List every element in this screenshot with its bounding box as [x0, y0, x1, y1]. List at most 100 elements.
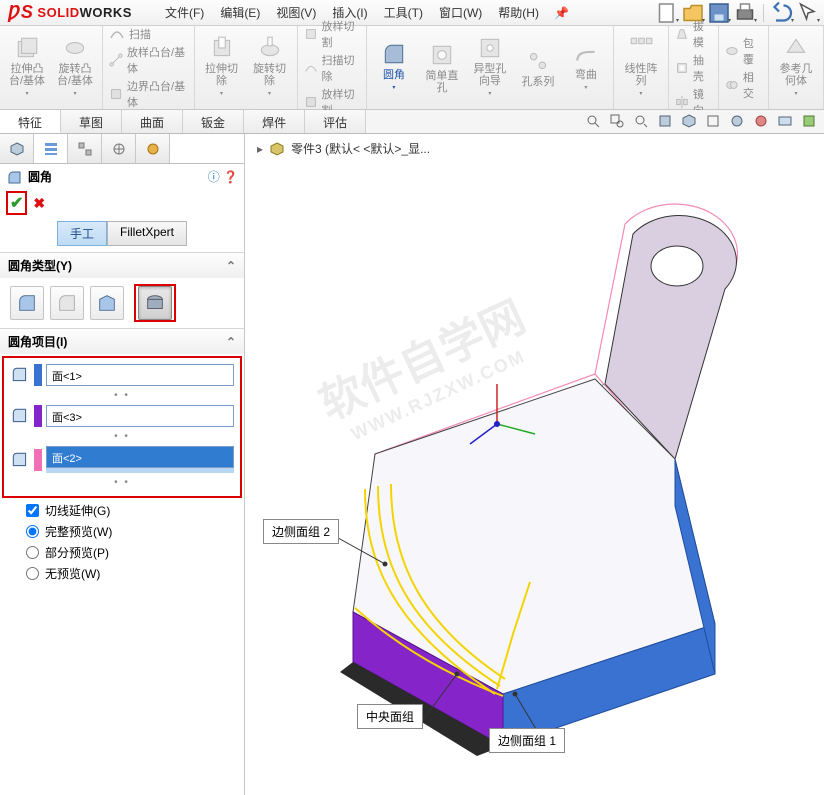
pm-title: 圆角 — [28, 168, 208, 185]
intersect-button[interactable]: 相交 — [725, 69, 762, 101]
cut-sweep-button[interactable]: 扫描切除 — [304, 52, 360, 84]
fillet-type-face[interactable] — [90, 286, 124, 320]
ref-geometry-button[interactable]: 参考几何体▾ — [775, 35, 817, 100]
display-style-icon[interactable] — [704, 112, 722, 130]
menu-window[interactable]: 窗口(W) — [432, 0, 489, 25]
view-orient-icon[interactable] — [680, 112, 698, 130]
grip-1[interactable]: • • — [10, 390, 234, 401]
appearance-icon[interactable] — [752, 112, 770, 130]
loft-button[interactable]: 放样凸台/基体 — [109, 44, 188, 76]
panel-tab-feature-tree[interactable] — [0, 134, 34, 163]
pm-header: 圆角 ⓘ ❓ — [0, 164, 244, 189]
menubar: ǷS SOLIDWORKS 文件(F) 编辑(E) 视图(V) 插入(I) 工具… — [0, 0, 824, 26]
opt-partial-preview[interactable]: 部分预览(P) — [26, 544, 238, 561]
logo-text-2: WORKS — [80, 5, 132, 20]
fillet-type-full-round[interactable] — [138, 286, 172, 320]
bend-button[interactable]: 弯曲▾ — [565, 35, 607, 100]
mode-manual[interactable]: 手工 — [57, 221, 107, 246]
highlight-ok: ✔ — [6, 191, 27, 215]
cut-revolve-button[interactable]: 旋转切除▾ — [249, 35, 291, 100]
tab-sheetmetal[interactable]: 钣金 — [183, 110, 244, 133]
panel-tabs — [0, 134, 244, 164]
item-face3[interactable]: 面<3> — [46, 405, 234, 427]
command-tabs: 特征 草图 曲面 钣金 焊件 评估 — [0, 110, 824, 134]
callout-side2[interactable]: 边侧面组 2 — [263, 519, 339, 544]
item-face2[interactable]: 面<2> — [46, 446, 234, 468]
face-set-icon — [10, 365, 30, 385]
boundary-button[interactable]: 边界凸台/基体 — [109, 78, 188, 110]
ok-button[interactable]: ✔ — [10, 195, 23, 212]
item-face1-row: 面<1> — [10, 364, 234, 386]
item-face2-row: 面<2> — [10, 446, 234, 473]
menu-edit[interactable]: 编辑(E) — [213, 0, 267, 25]
pin-icon[interactable]: 📌 — [554, 6, 569, 20]
scene-icon[interactable] — [776, 112, 794, 130]
wrap-button[interactable]: 包覆 — [725, 35, 762, 67]
prev-view-icon[interactable] — [632, 112, 650, 130]
callout-center[interactable]: 中央面组 — [357, 704, 423, 729]
linear-pattern-button[interactable]: 线性阵列▾ — [620, 35, 662, 100]
item-face1[interactable]: 面<1> — [46, 364, 234, 386]
callout-side1[interactable]: 边侧面组 1 — [489, 728, 565, 753]
new-button[interactable]: ▾ — [655, 2, 679, 24]
zoom-area-icon[interactable] — [608, 112, 626, 130]
fillet-button[interactable]: 圆角▾ — [373, 35, 415, 100]
panel-tab-display[interactable] — [136, 134, 170, 163]
grip-2[interactable]: • • — [10, 431, 234, 442]
panel-tab-dimxpert[interactable] — [102, 134, 136, 163]
pm-help[interactable]: ⓘ ❓ — [208, 168, 238, 185]
opt-no-preview[interactable]: 无预览(W) — [26, 565, 238, 582]
hide-show-icon[interactable] — [728, 112, 746, 130]
section-fillet-type[interactable]: 圆角类型(Y)⌃ — [0, 253, 244, 278]
panel-tab-property-manager[interactable] — [34, 134, 68, 163]
extrude-boss-button[interactable]: 拉伸凸台/基体▾ — [6, 35, 48, 100]
shell-button[interactable]: 抽壳 — [675, 52, 712, 84]
simple-hole-button[interactable]: 简单直孔 — [421, 35, 463, 100]
tab-evaluate[interactable]: 评估 — [305, 110, 366, 133]
tab-weldment[interactable]: 焊件 — [244, 110, 305, 133]
menu-help[interactable]: 帮助(H) — [491, 0, 546, 25]
hole-series-button[interactable]: 孔系列 — [517, 35, 559, 100]
item-face3-row: 面<3> — [10, 405, 234, 427]
model-view — [245, 134, 824, 794]
color-pink — [34, 449, 42, 471]
save-button[interactable]: ▾ — [707, 2, 731, 24]
grip-3[interactable]: • • — [10, 477, 234, 488]
mode-filletxpert[interactable]: FilletXpert — [107, 221, 187, 246]
opt-tangent[interactable]: 切线延伸(G) — [26, 502, 238, 519]
highlight-full-round — [134, 284, 176, 322]
panel-tab-config[interactable] — [68, 134, 102, 163]
view-settings-icon[interactable] — [800, 112, 818, 130]
cut-extrude-button[interactable]: 拉伸切除▾ — [201, 35, 243, 100]
color-blue — [34, 364, 42, 386]
quick-toolbar: ▾ ▾ ▾ ▾ ▾ ▾ — [655, 0, 824, 25]
hole-wizard-button[interactable]: 异型孔向导▾ — [469, 35, 511, 100]
face-set-icon — [10, 450, 30, 470]
sweep-button[interactable]: 扫描 — [109, 26, 188, 42]
section-fillet-items[interactable]: 圆角项目(I)⌃ — [0, 329, 244, 354]
tab-feature[interactable]: 特征 — [0, 110, 61, 133]
revolve-boss-button[interactable]: 旋转凸台/基体▾ — [54, 35, 96, 100]
menu-tools[interactable]: 工具(T) — [377, 0, 430, 25]
app-logo: ǷS SOLIDWORKS — [0, 2, 140, 23]
menu-file[interactable]: 文件(F) — [158, 0, 211, 25]
item-face2-extra[interactable] — [46, 468, 234, 473]
tab-sketch[interactable]: 草图 — [61, 110, 122, 133]
tab-surface[interactable]: 曲面 — [122, 110, 183, 133]
print-button[interactable]: ▾ — [733, 2, 757, 24]
select-button[interactable]: ▾ — [796, 2, 820, 24]
opt-full-preview[interactable]: 完整预览(W) — [26, 523, 238, 540]
ribbon: 拉伸凸台/基体▾ 旋转凸台/基体▾ 扫描 放样凸台/基体 边界凸台/基体 拉伸切… — [0, 26, 824, 110]
section-view-icon[interactable] — [656, 112, 674, 130]
fillet-type-variable[interactable] — [50, 286, 84, 320]
open-button[interactable]: ▾ — [681, 2, 705, 24]
highlight-items: 面<1> • • 面<3> • • 面<2> • • — [2, 356, 242, 498]
fillet-type-constant[interactable] — [10, 286, 44, 320]
undo-button[interactable]: ▾ — [770, 2, 794, 24]
fillet-icon — [6, 169, 22, 185]
graphics-viewport[interactable]: ▸ 零件3 (默认< <默认>_显... 软件自学网 WWW.RJZXW.COM — [245, 134, 824, 795]
zoom-fit-icon[interactable] — [584, 112, 602, 130]
color-purple — [34, 405, 42, 427]
cut-loft1-button[interactable]: 放样切割 — [304, 18, 360, 50]
cancel-button[interactable]: ✖ — [33, 195, 45, 212]
